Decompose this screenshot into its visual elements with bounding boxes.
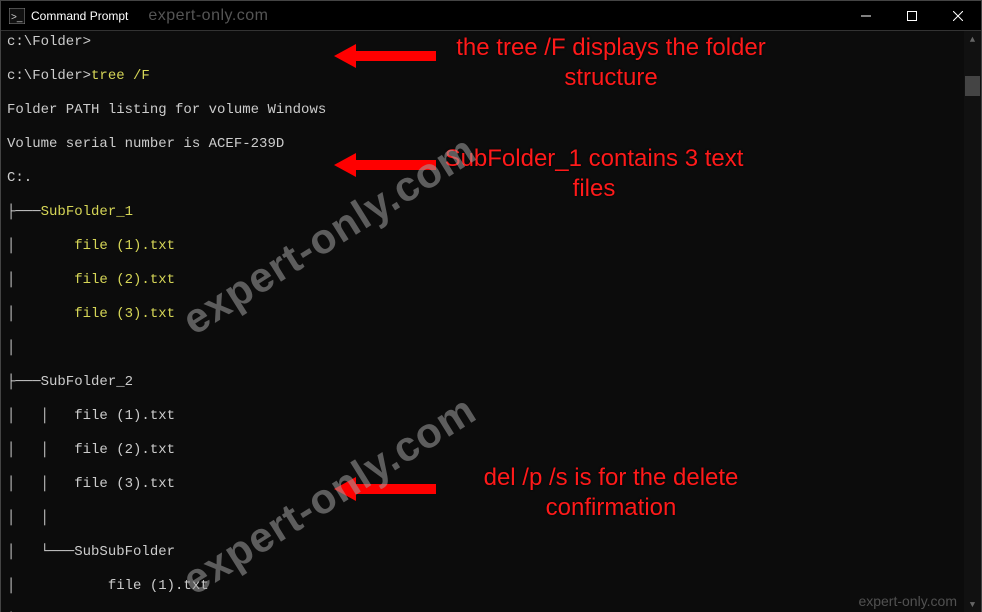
terminal-line: │ bbox=[7, 340, 961, 357]
terminal-text: ├─── bbox=[7, 204, 41, 220]
terminal-text: │ │ file (1).txt bbox=[7, 408, 175, 424]
scroll-up-button[interactable]: ▲ bbox=[964, 31, 981, 48]
command-prompt-window: >_ Command Prompt expert-only.com c:\Fol… bbox=[0, 0, 982, 612]
terminal-line: Folder PATH listing for volume Windows bbox=[7, 102, 961, 119]
terminal-text: │ │ bbox=[7, 510, 49, 526]
annotation-arrow-1 bbox=[356, 51, 436, 61]
minimize-button[interactable] bbox=[843, 1, 889, 30]
maximize-button[interactable] bbox=[889, 1, 935, 30]
terminal-text: │ bbox=[7, 238, 74, 254]
terminal-line: │ │ file (2).txt bbox=[7, 442, 961, 459]
annotation-text-1: the tree /F displays the folder structur… bbox=[441, 33, 781, 93]
terminal-text: file (1).txt bbox=[74, 238, 175, 254]
vertical-scrollbar[interactable]: ▲ ▼ bbox=[964, 31, 981, 612]
terminal-text: │ file (1).txt bbox=[7, 578, 209, 594]
terminal-line: │ file (3).txt bbox=[7, 306, 961, 323]
scroll-down-button[interactable]: ▼ bbox=[964, 596, 981, 612]
annotation-arrow-2 bbox=[356, 160, 436, 170]
terminal-text: Volume serial number is ACEF-239D bbox=[7, 136, 284, 152]
svg-text:>_: >_ bbox=[11, 12, 23, 23]
annotation-arrow-3 bbox=[356, 484, 436, 494]
terminal-output[interactable]: c:\Folder> c:\Folder>tree /F Folder PATH… bbox=[7, 34, 961, 612]
cmd-icon: >_ bbox=[9, 8, 25, 24]
terminal-line: ├───SubFolder_1 bbox=[7, 204, 961, 221]
terminal-line: │ file (1).txt bbox=[7, 578, 961, 595]
terminal-text: file (2).txt bbox=[74, 272, 175, 288]
titlebar-watermark: expert-only.com bbox=[148, 7, 268, 25]
scroll-thumb[interactable] bbox=[965, 76, 980, 96]
window-title: Command Prompt bbox=[31, 9, 148, 23]
client-area: c:\Folder> c:\Folder>tree /F Folder PATH… bbox=[1, 31, 981, 612]
terminal-text: tree /F bbox=[91, 68, 150, 84]
terminal-text: c:\Folder> bbox=[7, 34, 91, 50]
terminal-text: ├───SubFolder_2 bbox=[7, 374, 133, 390]
terminal-text: │ │ file (3).txt bbox=[7, 476, 175, 492]
terminal-text: │ │ file (2).txt bbox=[7, 442, 175, 458]
terminal-text: SubFolder_1 bbox=[41, 204, 133, 220]
terminal-text: C:. bbox=[7, 170, 32, 186]
terminal-text: │ bbox=[7, 340, 15, 356]
terminal-text: Folder PATH listing for volume Windows bbox=[7, 102, 326, 118]
terminal-text: │ bbox=[7, 272, 74, 288]
annotation-text-3: del /p /s is for the delete confirmation bbox=[436, 463, 786, 523]
window-buttons bbox=[843, 1, 981, 30]
terminal-line: │ file (1).txt bbox=[7, 238, 961, 255]
terminal-text: │ └───SubSubFolder bbox=[7, 544, 175, 560]
titlebar[interactable]: >_ Command Prompt expert-only.com bbox=[1, 1, 981, 31]
close-button[interactable] bbox=[935, 1, 981, 30]
terminal-line: │ file (2).txt bbox=[7, 272, 961, 289]
terminal-line: ├───SubFolder_2 bbox=[7, 374, 961, 391]
annotation-text-2: SubFolder_1 contains 3 text files bbox=[439, 144, 749, 204]
terminal-text: c:\Folder> bbox=[7, 68, 91, 84]
terminal-text: file (3).txt bbox=[74, 306, 175, 322]
terminal-line: │ └───SubSubFolder bbox=[7, 544, 961, 561]
terminal-line: │ │ file (1).txt bbox=[7, 408, 961, 425]
terminal-text: │ bbox=[7, 306, 74, 322]
